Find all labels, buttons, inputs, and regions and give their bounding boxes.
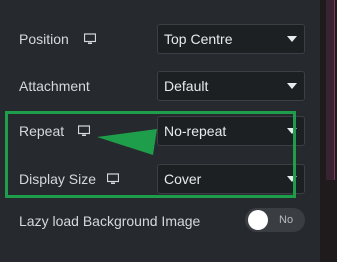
attachment-label: Attachment <box>19 78 90 94</box>
position-value: Top Centre <box>164 31 233 47</box>
repeat-label: Repeat <box>19 123 65 139</box>
repeat-value: No-repeat <box>164 123 227 139</box>
monitor-icon[interactable] <box>78 125 90 137</box>
attachment-row: Attachment Default <box>0 71 320 101</box>
lazy-load-label: Lazy load Background Image <box>19 213 201 229</box>
arrow-annotation-icon <box>97 129 157 155</box>
position-label: Position <box>19 31 69 47</box>
display-size-row: Display Size Cover <box>0 164 320 194</box>
display-size-value: Cover <box>164 171 202 187</box>
repeat-select[interactable]: No-repeat <box>157 116 305 146</box>
preview-edge <box>320 0 337 262</box>
chevron-down-icon <box>287 83 297 89</box>
background-settings-panel: Position Top Centre Attachment Default R… <box>0 0 320 262</box>
lazy-load-toggle[interactable]: No <box>245 208 305 232</box>
toggle-knob <box>248 210 268 230</box>
monitor-icon[interactable] <box>107 173 119 185</box>
chevron-down-icon <box>287 128 297 134</box>
position-row: Position Top Centre <box>0 24 320 54</box>
attachment-value: Default <box>164 78 209 94</box>
chevron-down-icon <box>287 176 297 182</box>
chevron-down-icon <box>287 36 297 42</box>
position-select[interactable]: Top Centre <box>157 24 305 54</box>
attachment-select[interactable]: Default <box>157 71 305 101</box>
display-size-select[interactable]: Cover <box>157 164 305 194</box>
monitor-icon[interactable] <box>84 33 96 45</box>
toggle-state-text: No <box>279 214 294 226</box>
scrollbar[interactable] <box>326 0 335 180</box>
display-size-label: Display Size <box>19 171 97 187</box>
